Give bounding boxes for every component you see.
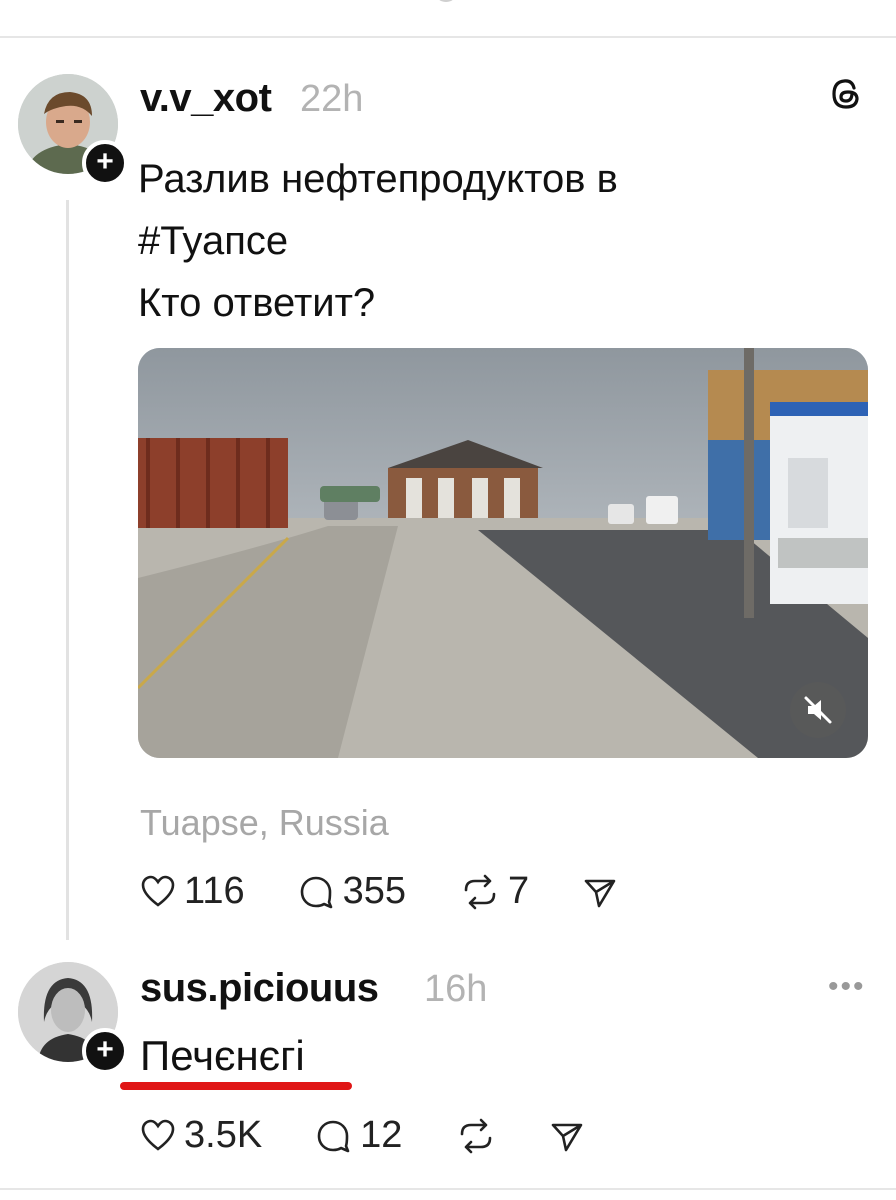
- post-username[interactable]: v.v_xot: [140, 76, 272, 121]
- post-text-line: Кто ответит?: [138, 281, 376, 325]
- like-button[interactable]: 116: [140, 870, 245, 913]
- post-text-line: Разлив нефтепродуктов в: [138, 157, 618, 201]
- comment-count: 12: [360, 1114, 403, 1156]
- like-button[interactable]: 3.5K: [140, 1114, 262, 1157]
- post-hashtag[interactable]: #Туапсе: [138, 210, 618, 272]
- reply-actions: 3.5K 12: [140, 1114, 638, 1157]
- post-time: 22h: [300, 78, 364, 120]
- muted-speaker-icon: [804, 696, 832, 724]
- post-video[interactable]: [138, 348, 868, 758]
- reply-username[interactable]: sus.piciouus: [140, 966, 379, 1011]
- follow-plus-icon[interactable]: +: [82, 1028, 128, 1074]
- heart-icon: [141, 1119, 175, 1151]
- more-icon[interactable]: •••: [828, 970, 866, 1004]
- like-count: 116: [184, 870, 245, 912]
- post-text: Разлив нефтепродуктов в #Туапсе Кто отве…: [138, 148, 618, 334]
- mute-button[interactable]: [790, 682, 846, 738]
- follow-plus-icon[interactable]: +: [82, 140, 128, 186]
- post-actions: 116 355 7: [140, 870, 671, 913]
- repost-icon: [464, 874, 496, 909]
- bottom-divider: [0, 1188, 896, 1190]
- repost-icon: [461, 1118, 492, 1153]
- like-count: 3.5K: [184, 1114, 263, 1156]
- post-location[interactable]: Tuapse, Russia: [140, 802, 389, 844]
- thread-connector: [66, 200, 69, 940]
- comment-button[interactable]: 355: [299, 870, 406, 913]
- repost-button[interactable]: [456, 1118, 496, 1154]
- top-divider: [0, 36, 896, 38]
- share-icon: [584, 879, 616, 907]
- reply-text: Печєнєгі: [140, 1032, 305, 1079]
- comment-count: 355: [342, 870, 406, 912]
- pull-handle[interactable]: [434, 0, 458, 2]
- share-button[interactable]: [550, 1119, 584, 1153]
- repost-button[interactable]: 7: [460, 870, 529, 913]
- comment-button[interactable]: 12: [316, 1114, 402, 1157]
- threads-logo-icon[interactable]: [826, 74, 866, 114]
- reply-time: 16h: [424, 968, 488, 1010]
- comment-icon: [317, 1120, 350, 1152]
- red-underline-annotation: [120, 1082, 352, 1090]
- heart-icon: [141, 875, 175, 907]
- comment-icon: [300, 876, 332, 908]
- share-button[interactable]: [583, 875, 617, 909]
- share-icon: [552, 1123, 583, 1151]
- repost-count: 7: [508, 870, 530, 912]
